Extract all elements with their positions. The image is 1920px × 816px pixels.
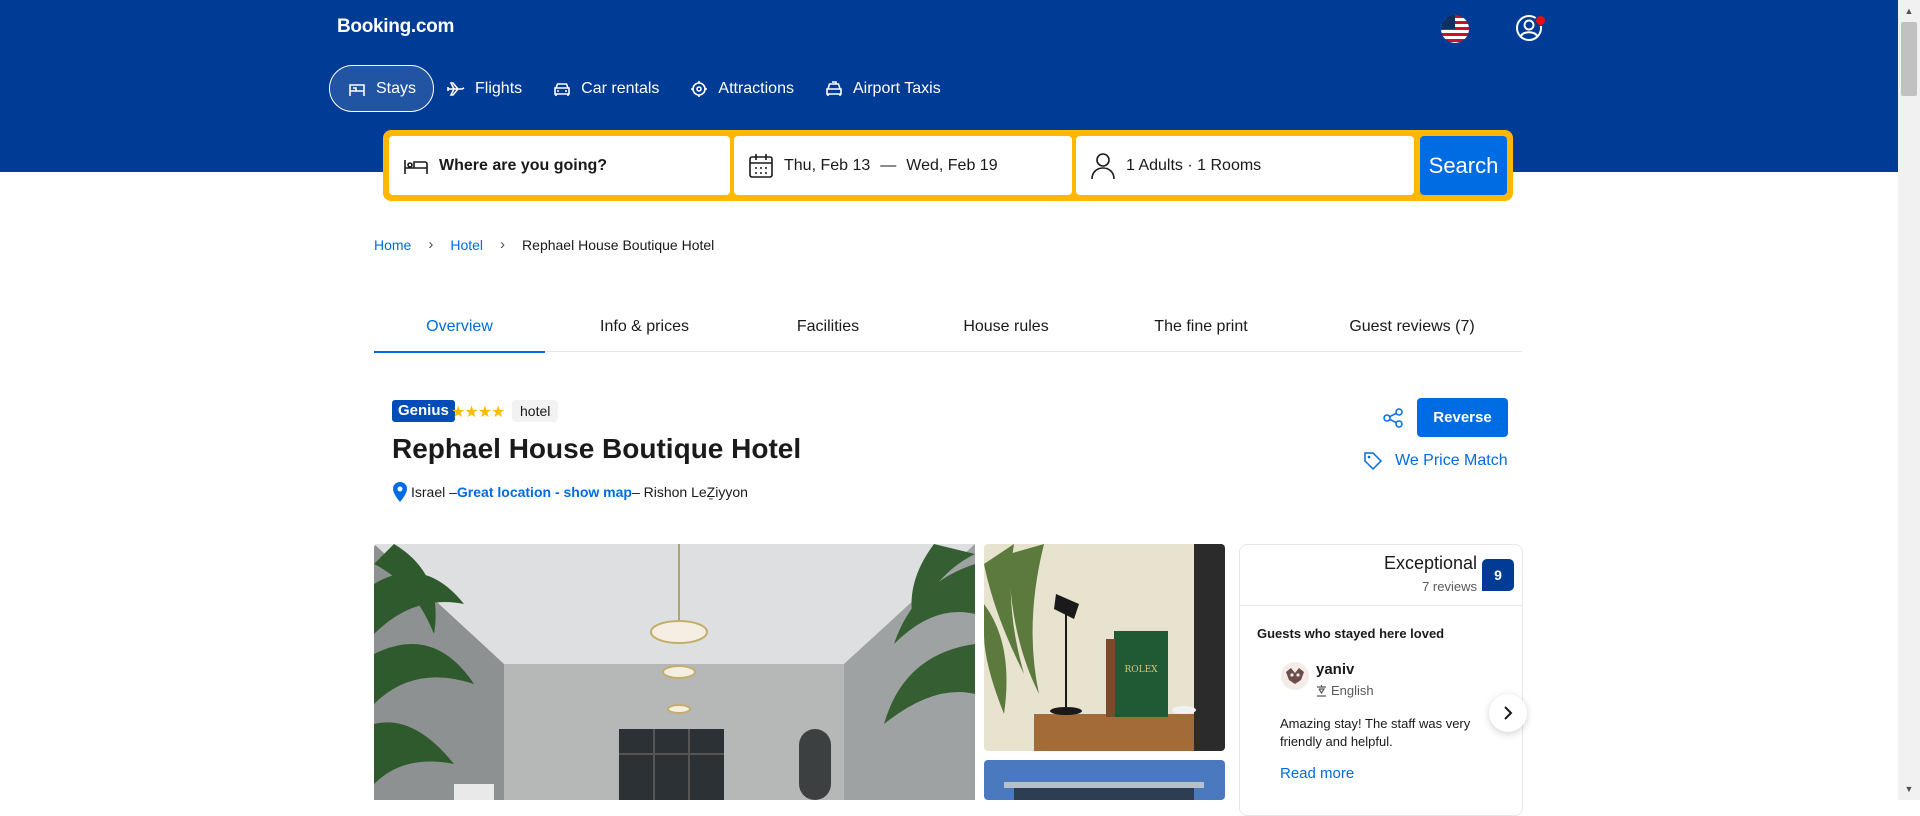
notification-dot [1535,15,1546,26]
check-out-date: Wed, Feb 19 [906,156,998,174]
review-text: Amazing stay! The staff was very friendl… [1280,716,1471,749]
location-country: Israel – [411,484,457,500]
price-match-link[interactable]: We Price Match [1363,451,1508,471]
nav-attractions-label: Attractions [718,79,794,97]
nav-stays-label: Stays [376,79,417,97]
scrollbar-thumb[interactable] [1901,22,1917,96]
review-language-label: English [1331,683,1374,698]
check-in-date: Thu, Feb 13 [784,156,871,174]
room-desk-image: ROLEX [984,544,1225,751]
tab-house-rules[interactable]: House rules [912,303,1100,351]
tab-guest-reviews[interactable]: Guest reviews (7) [1302,303,1522,351]
chevron-right-icon [1504,706,1513,720]
nav-car-rentals-label: Car rentals [581,79,660,97]
taxi-icon [826,80,842,96]
scroll-down-arrow-icon[interactable]: ▼ [1898,780,1920,798]
bed-icon [349,83,365,96]
reserve-button[interactable]: Reverse [1417,398,1508,437]
svg-text:ROLEX: ROLEX [1124,665,1158,675]
reviewer-name: yaniv [1316,661,1355,678]
show-map-link[interactable]: Great location - show map [457,484,632,500]
map-pin-icon [393,482,407,502]
guests-selector[interactable]: 1 Adults · 1 Rooms [1076,136,1414,195]
review-count: 7 reviews [1422,579,1477,594]
scroll-up-arrow-icon[interactable]: ▲ [1898,2,1920,20]
attractions-icon [691,80,708,97]
tab-info-prices[interactable]: Info & prices [545,303,744,351]
main-nav: Stays Flights Car rentals Attractions Ai… [329,65,953,112]
breadcrumb: Home › Hotel › Rephael House Boutique Ho… [374,236,714,253]
location-row: Israel – Great location - show map – Ris… [392,481,748,503]
nav-flights[interactable]: Flights [428,65,540,112]
location-city: – Rishon LeẔiyyon [631,484,748,500]
plane-icon [447,81,465,96]
date-separator: — [880,156,897,174]
main-photo[interactable] [374,544,975,800]
breadcrumb-hotel[interactable]: Hotel [450,237,483,253]
nav-airport-taxis-label: Airport Taxis [852,79,941,97]
calendar-icon [749,153,773,178]
nav-attractions[interactable]: Attractions [671,65,812,112]
lobby-image [374,544,975,800]
price-match-label: We Price Match [1395,452,1508,469]
nav-flights-label: Flights [475,79,523,97]
breadcrumb-home[interactable]: Home [374,237,411,253]
property-type-badge: hotel [512,400,559,422]
next-review-button[interactable] [1489,694,1527,732]
read-more-link[interactable]: Read more [1280,765,1354,782]
star-rating: ★★★★ [451,404,505,421]
us-flag-icon[interactable] [1441,15,1469,43]
property-tabs: Overview Info & prices Facilities House … [374,303,1522,353]
score-badge: 9 [1482,559,1514,591]
chevron-right-icon: › [428,236,434,253]
breadcrumb-current: Rephael House Boutique Hotel [522,236,715,253]
search-bar: Where are you going? Thu, Feb 13 — Wed, … [383,130,1513,201]
nav-stays[interactable]: Stays [329,65,435,112]
hotel-name: Rephael House Boutique Hotel [392,433,802,464]
person-icon [1091,152,1115,179]
review-language: English [1316,683,1374,698]
translate-icon [1317,684,1326,697]
destination-placeholder: Where are you going? [439,156,608,174]
share-icon[interactable] [1381,406,1405,430]
score-word: Exceptional [1383,553,1477,573]
guests-value: 1 Adults · 1 Rooms [1126,156,1262,174]
tab-facilities[interactable]: Facilities [744,303,912,351]
destination-input[interactable]: Where are you going? [389,136,730,195]
room-photo[interactable]: ROLEX [984,544,1225,751]
search-button[interactable]: Search [1420,136,1507,195]
exterior-image [984,760,1225,800]
avatar [1281,662,1309,690]
date-picker[interactable]: Thu, Feb 13 — Wed, Feb 19 [734,136,1072,195]
nav-airport-taxis[interactable]: Airport Taxis [806,65,959,112]
guests-loved-title: Guests who stayed here loved [1257,626,1445,641]
score-header[interactable]: Exceptional 7 reviews 9 [1240,545,1522,606]
car-icon [554,82,570,96]
genius-badge: Genius [392,400,455,422]
nav-car-rentals[interactable]: Car rentals [534,65,677,112]
page-scrollbar[interactable]: ▲ ▼ [1898,0,1920,800]
tab-fine-print[interactable]: The fine print [1100,303,1302,351]
booking-logo[interactable]: Booking.com [337,16,454,38]
bed-icon [404,159,428,174]
tab-overview[interactable]: Overview [374,303,545,353]
chevron-right-icon: › [500,236,506,253]
tag-icon [1364,452,1383,471]
exterior-photo[interactable] [984,760,1225,800]
review-score-card: Exceptional 7 reviews 9 Guests who staye… [1239,544,1523,816]
